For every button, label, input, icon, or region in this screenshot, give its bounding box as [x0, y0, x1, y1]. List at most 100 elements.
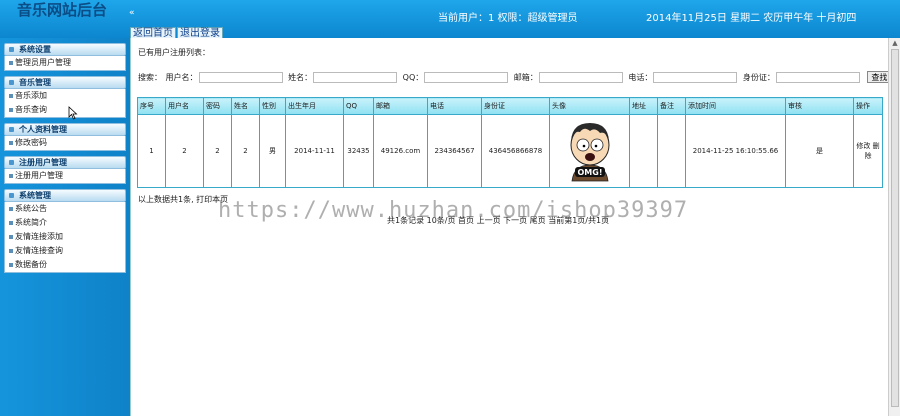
- sidebar-item-label: 音乐添加: [15, 91, 47, 100]
- bullet-icon: [9, 60, 13, 65]
- sidebar-group-music: 音乐管理 音乐添加 音乐查询: [4, 76, 126, 118]
- user-avatar: OMG!: [570, 123, 609, 182]
- phone-label: 电话：: [628, 73, 653, 82]
- bullet-icon: [9, 234, 13, 239]
- vertical-scrollbar[interactable]: ▲: [888, 38, 900, 416]
- cell-password: 2: [203, 114, 232, 188]
- sidebar-group-system-management: 系统管理 系统公告 系统简介 友情连接添加 友情连接查询 数据备份: [4, 189, 126, 273]
- qq-search-input[interactable]: [424, 72, 509, 83]
- sidebar: 系统设置 管理员用户管理 音乐管理 音乐添加 音乐查询 个人资料管理 修改密码 …: [0, 38, 130, 416]
- sidebar-item-label: 修改密码: [15, 138, 47, 147]
- cell-birth: 2014-11-11: [285, 114, 344, 188]
- table-row: 1 2 2 2 男 2014-11-11 32435 49126.com 234…: [137, 114, 883, 188]
- scroll-thumb[interactable]: [891, 49, 899, 407]
- cell-note: [657, 114, 686, 188]
- sidebar-group-registered-users: 注册用户管理 注册用户管理: [4, 156, 126, 184]
- sidebar-group-profile: 个人资料管理 修改密码: [4, 123, 126, 151]
- bullet-icon: [9, 220, 13, 225]
- username-label: 用户名：: [165, 73, 198, 82]
- bullet-icon: [9, 206, 13, 211]
- cell-gender: 男: [259, 114, 286, 188]
- sidebar-item-change-password[interactable]: 修改密码: [5, 136, 125, 150]
- col-birth: 出生年月: [285, 97, 344, 115]
- col-qq: QQ: [343, 97, 374, 115]
- qq-label: QQ：: [402, 73, 424, 82]
- sidebar-item-label: 系统公告: [15, 204, 47, 213]
- bullet-icon: [9, 248, 13, 253]
- cell-actions: 修改 删除: [853, 114, 883, 188]
- username-search-input[interactable]: [198, 72, 283, 83]
- header-tabs: 返回首页 退出登录: [130, 27, 224, 40]
- col-name: 姓名: [231, 97, 260, 115]
- sidebar-item-registered-users[interactable]: 注册用户管理: [5, 169, 125, 183]
- bullet-icon: [9, 107, 13, 112]
- phone-search-input[interactable]: [653, 72, 738, 83]
- mouse-cursor-icon: [68, 106, 78, 120]
- id-card-label: 身份证：: [742, 73, 775, 82]
- sidebar-item-backup[interactable]: 数据备份: [5, 258, 125, 272]
- email-label: 邮箱：: [513, 73, 538, 82]
- cell-index: 1: [137, 114, 166, 188]
- top-header: 音乐网站后台 « 返回首页 退出登录 当前用户：1 权限：超级管理员 2014年1…: [0, 0, 900, 40]
- sidebar-item-intro[interactable]: 系统简介: [5, 216, 125, 230]
- cell-phone: 234364567: [427, 114, 482, 188]
- sidebar-group-title[interactable]: 个人资料管理: [4, 123, 126, 136]
- sidebar-item-label: 注册用户管理: [15, 171, 63, 180]
- sidebar-group-title[interactable]: 系统管理: [4, 189, 126, 202]
- sidebar-item-label: 管理员用户管理: [15, 58, 71, 67]
- sidebar-item-label: 友情连接添加: [15, 232, 63, 241]
- col-audit: 审核: [785, 97, 854, 115]
- col-index: 序号: [137, 97, 166, 115]
- col-id-card: 身份证: [481, 97, 550, 115]
- bullet-icon: [9, 140, 13, 145]
- watermark: https://www.huzhan.com/ishop39397: [218, 198, 689, 223]
- main-content: 已有用户注册列表： 搜索： 用户名： 姓名： QQ： 邮箱： 电话： 身份证： …: [130, 38, 900, 416]
- cell-audit: 是: [785, 114, 854, 188]
- search-bar: 搜索： 用户名： 姓名： QQ： 邮箱： 电话： 身份证： 查找: [138, 71, 898, 85]
- cell-avatar: OMG!: [549, 114, 630, 188]
- list-title: 已有用户注册列表：: [138, 48, 210, 57]
- col-email: 邮箱: [373, 97, 428, 115]
- sidebar-item-music-add[interactable]: 音乐添加: [5, 89, 125, 103]
- site-logo: 音乐网站后台: [16, 1, 107, 19]
- sidebar-item-label: 系统简介: [15, 218, 47, 227]
- avatar-caption: OMG!: [577, 168, 602, 177]
- bullet-icon: [9, 262, 13, 267]
- sidebar-group-title[interactable]: 注册用户管理: [4, 156, 126, 169]
- sidebar-item-announcement[interactable]: 系统公告: [5, 202, 125, 216]
- name-search-input[interactable]: [313, 72, 398, 83]
- sidebar-group-system-settings: 系统设置 管理员用户管理: [4, 43, 126, 71]
- sidebar-group-title[interactable]: 系统设置: [4, 43, 126, 56]
- col-actions: 操作: [853, 97, 883, 115]
- sidebar-item-music-query[interactable]: 音乐查询: [5, 103, 125, 117]
- col-gender: 性别: [259, 97, 286, 115]
- edit-link[interactable]: 修改: [856, 142, 870, 150]
- sidebar-item-label: 数据备份: [15, 260, 47, 269]
- col-note: 备注: [657, 97, 686, 115]
- scroll-up-icon[interactable]: ▲: [889, 38, 900, 48]
- cell-address: [629, 114, 658, 188]
- cell-added: 2014-11-25 16:10:55.66: [685, 114, 786, 188]
- bullet-icon: [9, 93, 13, 98]
- cell-username: 2: [165, 114, 204, 188]
- current-user-info: 当前用户：1 权限：超级管理员: [438, 13, 578, 24]
- email-search-input[interactable]: [538, 72, 623, 83]
- cell-name: 2: [231, 114, 260, 188]
- col-username: 用户名: [165, 97, 204, 115]
- col-address: 地址: [629, 97, 658, 115]
- sidebar-item-label: 友情连接查询: [15, 246, 63, 255]
- sidebar-item-link-add[interactable]: 友情连接添加: [5, 230, 125, 244]
- sidebar-item-label: 音乐查询: [15, 105, 47, 114]
- record-summary[interactable]: 以上数据共1条, 打印本页: [138, 194, 228, 205]
- search-prefix: 搜索：: [138, 73, 162, 82]
- sidebar-group-title[interactable]: 音乐管理: [4, 76, 126, 89]
- sidebar-item-admin-users[interactable]: 管理员用户管理: [5, 56, 125, 70]
- id-card-search-input[interactable]: [775, 72, 860, 83]
- date-info: 2014年11月25日 星期二 农历甲午年 十月初四: [646, 13, 857, 24]
- cell-email: 49126.com: [373, 114, 428, 188]
- col-phone: 电话: [427, 97, 482, 115]
- table-header-row: 序号 用户名 密码 姓名 性别 出生年月 QQ 邮箱 电话 身份证 头像 地址 …: [137, 97, 883, 115]
- sidebar-item-link-query[interactable]: 友情连接查询: [5, 244, 125, 258]
- bullet-icon: [9, 173, 13, 178]
- collapse-toggle-icon[interactable]: «: [129, 8, 135, 18]
